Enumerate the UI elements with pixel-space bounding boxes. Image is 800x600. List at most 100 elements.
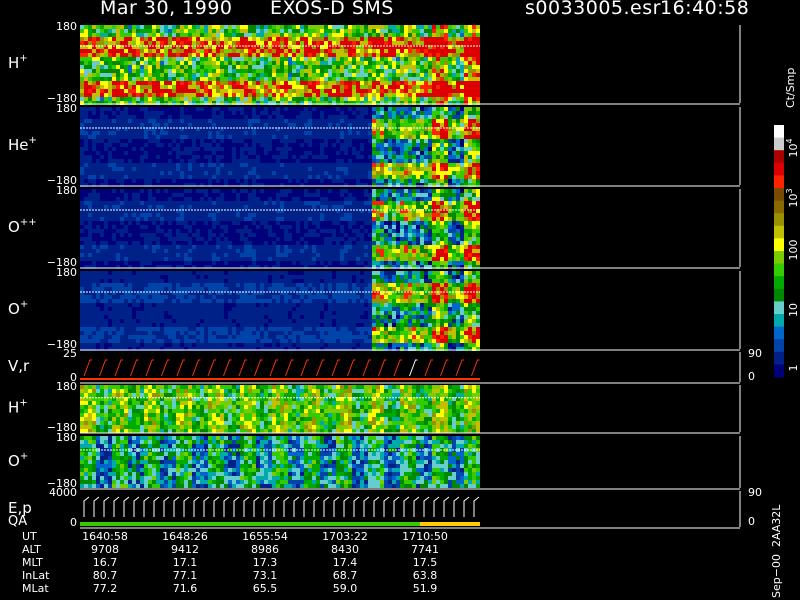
spec-cell [208,69,212,73]
spec-cell [232,115,236,119]
spec-cell [472,131,476,135]
spec-cell [408,151,412,155]
spec-cell [216,37,220,41]
spec-cell [248,221,252,225]
spec-cell [136,159,140,163]
spec-cell [340,111,344,115]
spec-cell [112,135,116,139]
spec-cell [260,201,264,205]
spec-cell [140,189,144,193]
spec-cell [128,167,132,171]
spec-cell [264,135,268,139]
spec-cell [240,89,244,93]
spec-cell [188,147,192,151]
spec-cell [376,143,380,147]
spec-cell [216,85,220,89]
spec-cell [216,81,220,85]
spec-cell [124,151,128,155]
spec-cell [244,253,248,257]
spec-cell [392,151,396,155]
spec-cell [428,53,432,57]
spec-cell [352,89,356,93]
spec-cell [376,97,380,101]
spec-cell [420,73,424,77]
spec-cell [348,115,352,119]
spec-cell [120,131,124,135]
spec-cell [96,25,100,29]
spec-cell [356,73,360,77]
spec-cell [80,159,84,163]
spec-cell [388,97,392,101]
spec-cell [152,155,156,159]
spec-cell [168,135,172,139]
spec-cell [116,25,120,29]
spec-cell [380,61,384,65]
spec-cell [468,41,472,45]
spec-cell [292,29,296,33]
spec-cell [316,155,320,159]
spec-cell [128,61,132,65]
spec-cell [204,53,208,57]
spec-cell [288,85,292,89]
spec-cell [396,37,400,41]
spec-cell [260,179,264,183]
spec-cell [376,53,380,57]
spec-cell [396,33,400,37]
spec-cell [392,131,396,135]
spec-cell [124,65,128,69]
spec-cell [332,93,336,97]
spec-cell [116,221,120,225]
spec-cell [224,25,228,29]
spec-cell [208,233,212,237]
spec-cell [196,175,200,179]
spec-cell [332,131,336,135]
spec-cell [156,175,160,179]
spec-cell [476,115,480,119]
spec-cell [128,29,132,33]
spec-cell [316,77,320,81]
spec-cell [452,93,456,97]
spec-cell [92,179,96,183]
spec-cell [168,249,172,253]
spec-cell [228,245,232,249]
spec-cell [344,175,348,179]
spec-cell [336,29,340,33]
spec-cell [328,81,332,85]
spec-cell [336,163,340,167]
spec-cell [324,29,328,33]
spec-cell [196,233,200,237]
spec-cell [252,115,256,119]
spec-cell [376,107,380,111]
spec-cell [316,151,320,155]
spec-cell [212,93,216,97]
spec-cell [296,93,300,97]
spec-cell [232,193,236,197]
spec-cell [232,25,236,29]
spec-cell [316,175,320,179]
spec-cell [200,221,204,225]
spec-cell [116,89,120,93]
spec-cell [412,25,416,29]
spec-cell [164,139,168,143]
spec-cell [360,131,364,135]
spec-cell [300,73,304,77]
spec-cell [164,151,168,155]
spec-cell [112,245,116,249]
spec-cell [104,29,108,33]
spec-cell [416,97,420,101]
spec-cell [308,85,312,89]
spec-cell [284,53,288,57]
spec-cell [80,257,84,261]
spec-cell [168,261,172,265]
spec-cell [448,119,452,123]
spec-cell [192,197,196,201]
spec-cell [252,241,256,245]
spec-cell [192,115,196,119]
spec-cell [248,111,252,115]
spec-cell [180,53,184,57]
spec-cell [216,123,220,127]
spec-cell [228,33,232,37]
spec-cell [156,257,160,261]
spec-cell [292,159,296,163]
spec-cell [192,49,196,53]
